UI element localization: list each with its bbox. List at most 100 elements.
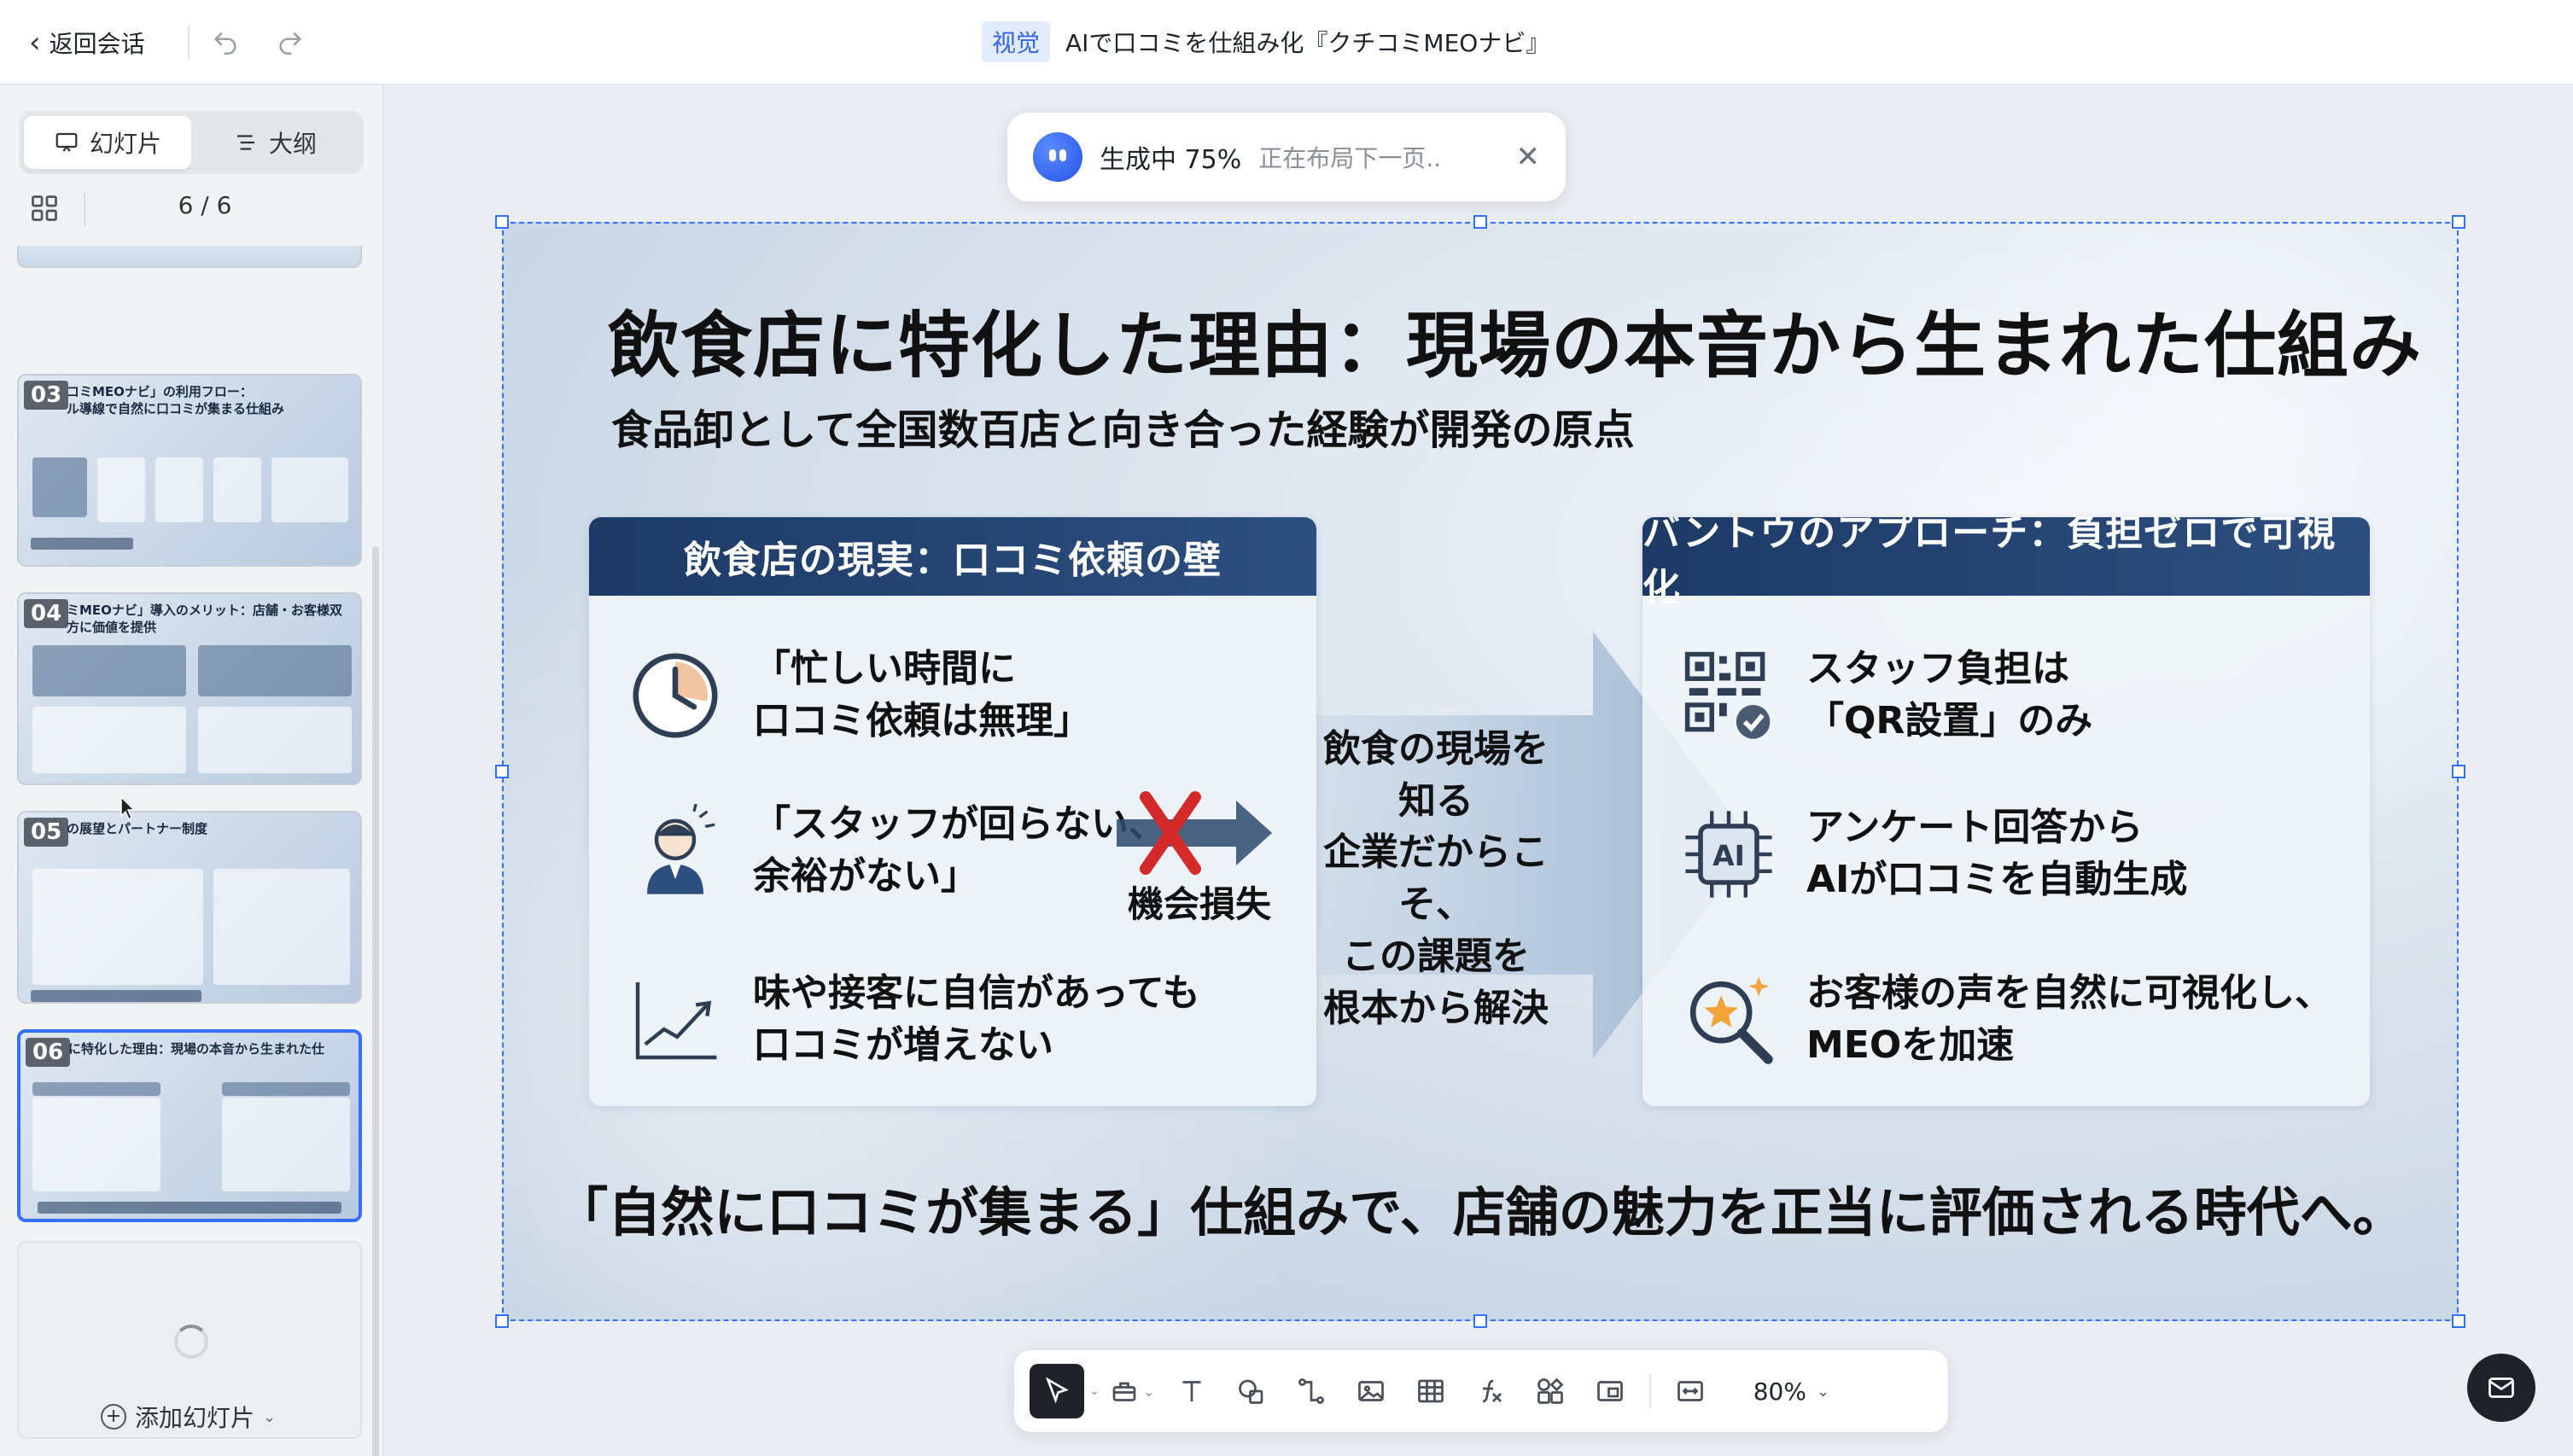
tab-slides-label: 幻灯片 [89, 130, 161, 158]
grid-view-icon[interactable] [29, 193, 60, 224]
thumbnail-title: ミMEOナビ」導入のメリット：店舗・お客様双方に価値を提供 [67, 603, 342, 635]
slides-sidebar: 幻灯片 大纲 6 / 6 03 コミMEOナビ」の利用フロー： ル導線で自然に口… [0, 85, 384, 1456]
center-message: 飲食の現場を知る 企業だからこそ、 この課題を 根本から解決 [1323, 727, 1549, 1030]
shapes-icon [1238, 1379, 1263, 1404]
svg-text:AI: AI [1712, 839, 1745, 872]
slide-title[interactable]: 飲食店に特化した理由：現場の本音から生まれた仕組み [608, 288, 2422, 392]
list-item-text: 「スタッフが回らない、 余裕がない」 [753, 802, 1166, 898]
add-slide-label: 添加幻灯片 [135, 1404, 255, 1432]
formula-icon [1482, 1379, 1502, 1403]
components-icon [1537, 1377, 1564, 1404]
generation-detail: 正在布局下一页.. [1258, 144, 1442, 172]
resize-handle[interactable] [2452, 1314, 2465, 1328]
thumbnail-number: 06 [26, 1038, 71, 1067]
sidebar-scrollbar[interactable] [372, 546, 379, 1456]
right-panel-heading: バントウのアプローチ：負担ゼロで可視化 [1642, 517, 2370, 609]
slide-canvas[interactable]: 飲食店に特化した理由：現場の本音から生まれた仕組み 食品卸として全国数百店と向き… [502, 222, 2459, 1321]
list-item: AI アンケート回答から AIが口コミを自動生成 [1682, 802, 2187, 906]
thumbnail-number: 03 [24, 381, 69, 410]
back-label: 返回会话 [49, 30, 145, 58]
redo-icon [279, 32, 302, 55]
thumbnail-graphic [32, 707, 186, 773]
list-item-text: 「忙しい時間に 口コミ依頼は無理」 [753, 647, 1091, 743]
qr-code-icon [1684, 651, 1771, 739]
outline-icon [236, 135, 254, 150]
generation-status-toast: 生成中 75% 正在布局下一页.. ✕ [1007, 113, 1566, 201]
chevron-down-icon: ⌄ [263, 1407, 277, 1426]
shapes-tool-button[interactable] [1224, 1364, 1279, 1418]
ai-chip-icon: AI [1685, 811, 1772, 898]
tab-outline-label: 大纲 [268, 130, 317, 158]
list-item-text: お客様の声を自然に可視化し、 MEOを加速 [1806, 971, 2332, 1067]
slide-thumbnail-04[interactable]: 04 ミMEOナビ」導入のメリット：店舗・お客様双方に価値を提供 [17, 592, 362, 785]
tab-outline[interactable]: 大纲 [191, 116, 359, 169]
table-tool-button[interactable] [1403, 1364, 1458, 1418]
thumbnail-graphic [32, 869, 203, 985]
document-title[interactable]: AIで口コミを仕組み化『クチコミMEOナビ』 [1065, 25, 1549, 59]
back-to-chat-button[interactable]: ‹ 返回会话 [29, 22, 145, 63]
bottom-message[interactable]: 「自然に口コミが集まる」仕組みで、店舗の魅力を正当に評価される時代へ。 [502, 1169, 2459, 1246]
left-panel-heading: 飲食店の現実：口コミ依頼の壁 [589, 517, 1316, 596]
zoom-select[interactable]: 80% ⌄ [1753, 1364, 1829, 1418]
bottom-toolbar: ⌄ ⌄ 80% ⌄ [1014, 1350, 1948, 1432]
opportunity-loss-label: 機会損失 [1128, 883, 1272, 925]
header-divider [188, 26, 190, 60]
slide-subtitle[interactable]: 食品卸として全国数百店と向き合った経験が開発の原点 [611, 396, 1635, 456]
resize-handle[interactable] [495, 215, 509, 229]
resize-handle[interactable] [2452, 215, 2465, 229]
thumbnail-title: の展望とパートナー制度 [67, 821, 208, 836]
components-tool-button[interactable] [1523, 1364, 1578, 1418]
fit-width-button[interactable] [1663, 1364, 1718, 1418]
formula-tool-button[interactable] [1463, 1364, 1518, 1418]
toolbox-icon [1112, 1382, 1136, 1401]
frame-tool-button[interactable] [1583, 1364, 1637, 1418]
visual-tag: 视觉 [982, 21, 1051, 62]
right-panel: バントウのアプローチ：負担ゼロで可視化 スタッフ負担は 「QR設置」のみ AI … [1642, 517, 2370, 1106]
thumbnail-graphic [32, 457, 87, 517]
magnifier-star-icon [1689, 976, 1773, 1064]
resize-handle[interactable] [495, 765, 509, 778]
slide-thumbnail-03[interactable]: 03 コミMEOナビ」の利用フロー： ル導線で自然に口コミが集まる仕組み [17, 374, 362, 567]
resize-handle[interactable] [495, 1314, 509, 1328]
thumbnail-list[interactable]: 03 コミMEOナビ」の利用フロー： ル導線で自然に口コミが集まる仕組み 04 … [15, 246, 367, 1456]
image-icon [1357, 1381, 1384, 1401]
table-icon [1417, 1379, 1444, 1403]
redo-button[interactable] [270, 22, 311, 63]
shape-insert-button[interactable]: ⌄ [1105, 1364, 1159, 1418]
tab-slides[interactable]: 幻灯片 [24, 116, 191, 169]
slide-thumbnail-06[interactable]: 06 に特化した理由：現場の本音から生まれた仕 [17, 1029, 362, 1222]
loading-spinner-icon [174, 1325, 208, 1359]
stressed-staff-icon [647, 803, 715, 894]
resize-handle[interactable] [2452, 765, 2465, 778]
image-tool-button[interactable] [1344, 1364, 1398, 1418]
text-tool-button[interactable] [1164, 1364, 1219, 1418]
thumbnail-footer [31, 538, 133, 550]
thumbnail-graphic [213, 869, 350, 985]
thumbnail-graphic [32, 1082, 160, 1096]
chevron-left-icon: ‹ [29, 26, 41, 60]
thumbnail-footer [38, 1202, 341, 1214]
undo-button[interactable] [205, 22, 246, 63]
connector-tool-button[interactable] [1284, 1364, 1339, 1418]
resize-handle[interactable] [1473, 215, 1487, 229]
frame-icon [1596, 1381, 1623, 1401]
thumbnail-graphic [198, 707, 352, 773]
thumbnail-graphic [271, 457, 348, 522]
mail-icon [2488, 1377, 2514, 1398]
thumbnail-partial[interactable] [17, 246, 362, 268]
trend-chart-icon [635, 981, 717, 1059]
connector-icon [1298, 1378, 1324, 1404]
resize-handle[interactable] [1473, 1314, 1487, 1328]
slide-thumbnail-05[interactable]: 05 の展望とパートナー制度 [17, 811, 362, 1004]
blocked-arrow-icon [1117, 791, 1272, 875]
slides-icon [55, 132, 78, 152]
clock-icon [633, 653, 718, 738]
select-tool-button[interactable] [1030, 1364, 1084, 1418]
close-icon[interactable]: ✕ [1516, 140, 1541, 174]
chevron-down-icon[interactable]: ⌄ [1089, 1384, 1100, 1398]
thumbnail-number: 04 [24, 599, 69, 628]
list-item: 「忙しい時間に 口コミ依頼は無理」 [628, 644, 1091, 747]
message-button[interactable] [2467, 1354, 2535, 1422]
add-slide-button[interactable]: + 添加幻灯片 ⌄ [101, 1400, 276, 1434]
thumbnail-graphic [198, 645, 352, 696]
